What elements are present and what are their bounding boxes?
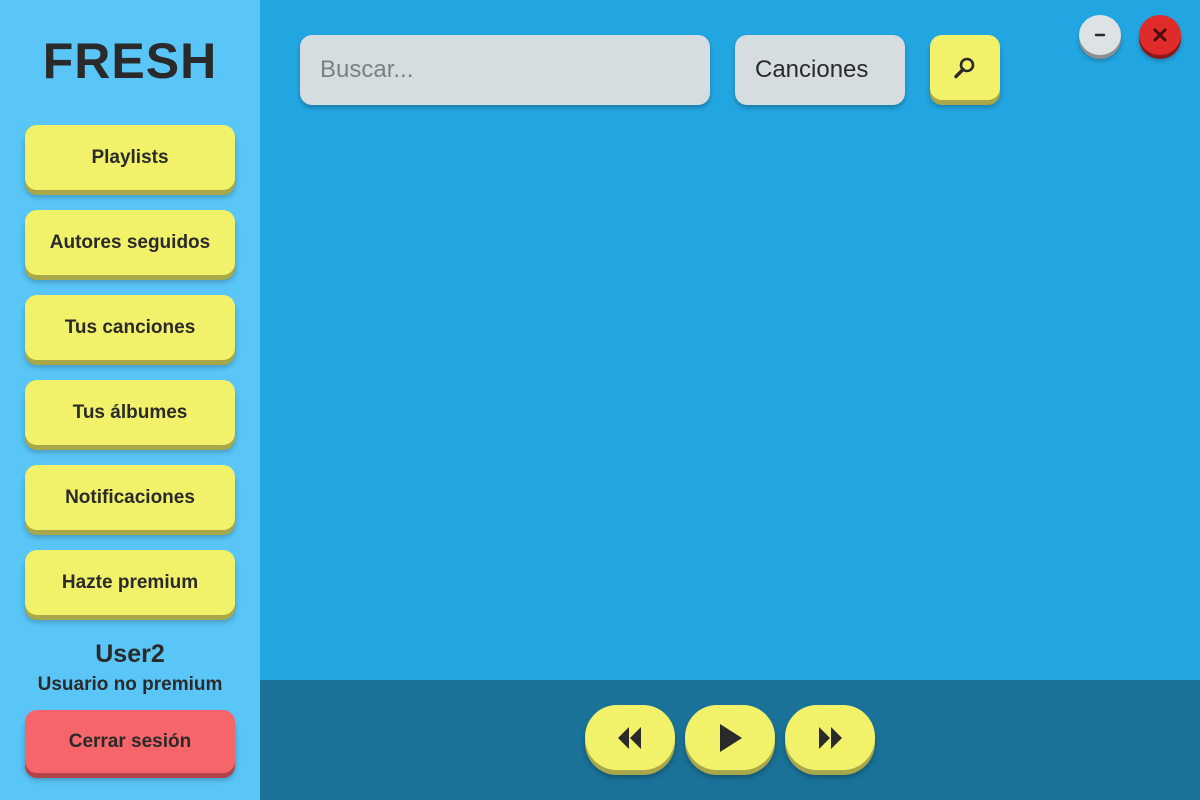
previous-track-button[interactable] — [585, 705, 675, 770]
logout-button[interactable]: Cerrar sesión — [25, 710, 235, 773]
sidebar: FRESH Playlists Autores seguidos Tus can… — [0, 0, 260, 800]
close-button[interactable] — [1139, 15, 1181, 55]
minimize-button[interactable] — [1079, 15, 1121, 55]
followed-authors-button[interactable]: Autores seguidos — [25, 210, 235, 275]
notifications-button[interactable]: Notificaciones — [25, 465, 235, 530]
next-track-button[interactable] — [785, 705, 875, 770]
search-icon — [954, 57, 975, 78]
results-area — [260, 125, 1200, 680]
close-icon — [1153, 28, 1167, 42]
search-type-select[interactable]: Canciones — [735, 35, 905, 105]
rewind-icon — [618, 726, 641, 749]
user-status: Usuario no premium — [37, 674, 223, 695]
user-name: User2 — [95, 640, 165, 668]
minimize-icon — [1094, 33, 1106, 37]
playlists-button[interactable]: Playlists — [25, 125, 235, 190]
app-title: FRESH — [42, 33, 218, 89]
your-albums-button[interactable]: Tus álbumes — [25, 380, 235, 445]
fast-forward-icon — [819, 726, 842, 749]
search-input[interactable] — [300, 35, 710, 105]
play-icon — [720, 723, 742, 752]
your-songs-button[interactable]: Tus canciones — [25, 295, 235, 360]
go-premium-button[interactable]: Hazte premium — [25, 550, 235, 615]
play-button[interactable] — [685, 705, 775, 770]
search-button[interactable] — [930, 35, 1000, 100]
